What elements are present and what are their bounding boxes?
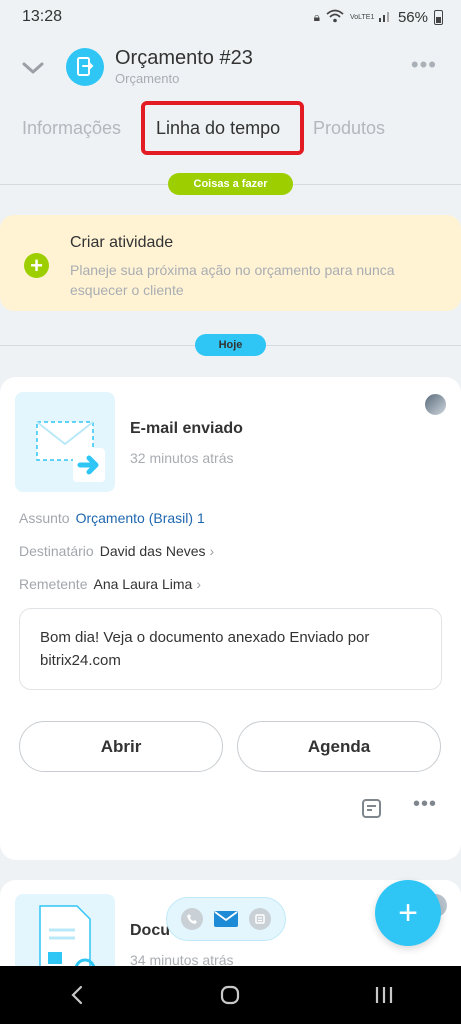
subject-label: Assunto	[19, 510, 70, 526]
email-title: E-mail enviado	[130, 420, 243, 437]
email-body[interactable]: Bom dia! Veja o documento anexado Enviad…	[19, 608, 442, 690]
agenda-button[interactable]: Agenda	[237, 721, 441, 772]
communication-bar	[166, 897, 286, 941]
battery-icon	[434, 9, 443, 25]
sender-label: Remetente	[19, 576, 88, 592]
todo-pill: Coisas a fazer	[168, 173, 293, 195]
subject-link[interactable]: Orçamento (Brasil) 1	[76, 510, 205, 526]
recent-apps-icon[interactable]	[364, 975, 404, 1015]
recipient-label: Destinatário	[19, 543, 94, 559]
chevron-down-icon[interactable]	[20, 58, 46, 78]
status-time: 13:28	[22, 8, 63, 25]
create-activity-description: Planeje sua próxima ação no orçamento pa…	[70, 262, 395, 298]
create-activity-card[interactable]: + Criar atividade Planeje sua próxima aç…	[0, 215, 461, 311]
wifi-icon	[326, 9, 344, 26]
status-bar: 13:28 🔒︎ VoLTE1 56%	[0, 0, 461, 34]
add-button[interactable]: +	[375, 880, 441, 946]
quote-icon	[66, 48, 104, 86]
sender-row: Remetente Ana Laura Lima ›	[19, 576, 201, 592]
page-subtitle: Orçamento	[115, 71, 180, 86]
back-icon[interactable]	[57, 975, 97, 1015]
card-more-icon[interactable]: •••	[413, 794, 437, 814]
email-time: 32 minutos atrás	[130, 450, 234, 466]
plus-icon: +	[24, 253, 49, 278]
subject-row: Assunto Orçamento (Brasil) 1	[19, 510, 205, 526]
mail-icon[interactable]	[213, 911, 238, 927]
phone-icon[interactable]	[180, 908, 203, 930]
document-title: Docu	[130, 922, 170, 939]
chevron-right-icon: ›	[196, 576, 201, 592]
signal-icon	[378, 9, 392, 25]
note-icon[interactable]	[361, 798, 382, 819]
tab-informacoes[interactable]: Informações	[22, 118, 121, 139]
chevron-right-icon: ›	[209, 543, 215, 559]
open-button[interactable]: Abrir	[19, 721, 223, 772]
sender-value[interactable]: Ana Laura Lima	[93, 576, 192, 592]
recipient-row: Destinatário David das Neves ›	[19, 543, 214, 559]
header: Orçamento #23 Orçamento •••	[0, 34, 461, 100]
more-options-icon[interactable]: •••	[411, 54, 437, 76]
email-sent-icon	[15, 392, 115, 492]
recipient-value[interactable]: David das Neves	[100, 543, 206, 559]
title-block: Orçamento #23 Orçamento	[115, 46, 253, 88]
avatar[interactable]	[424, 393, 447, 416]
active-tab-highlight	[141, 101, 304, 155]
system-nav-bar	[0, 966, 461, 1024]
status-icons: 🔒︎ VoLTE1 56%	[314, 9, 443, 26]
home-icon[interactable]	[210, 975, 250, 1015]
page-title: Orçamento #23	[115, 47, 253, 69]
today-pill: Hoje	[195, 334, 266, 356]
tab-produtos[interactable]: Produtos	[313, 118, 385, 139]
volte-label: VoLTE1	[349, 13, 375, 21]
battery-percent: 56%	[397, 8, 428, 26]
lock-icon: 🔒︎	[313, 9, 320, 24]
create-activity-title: Criar atividade	[70, 234, 174, 251]
email-activity-card: E-mail enviado 32 minutos atrás Assunto O…	[0, 377, 461, 860]
chat-icon[interactable]	[249, 908, 272, 930]
